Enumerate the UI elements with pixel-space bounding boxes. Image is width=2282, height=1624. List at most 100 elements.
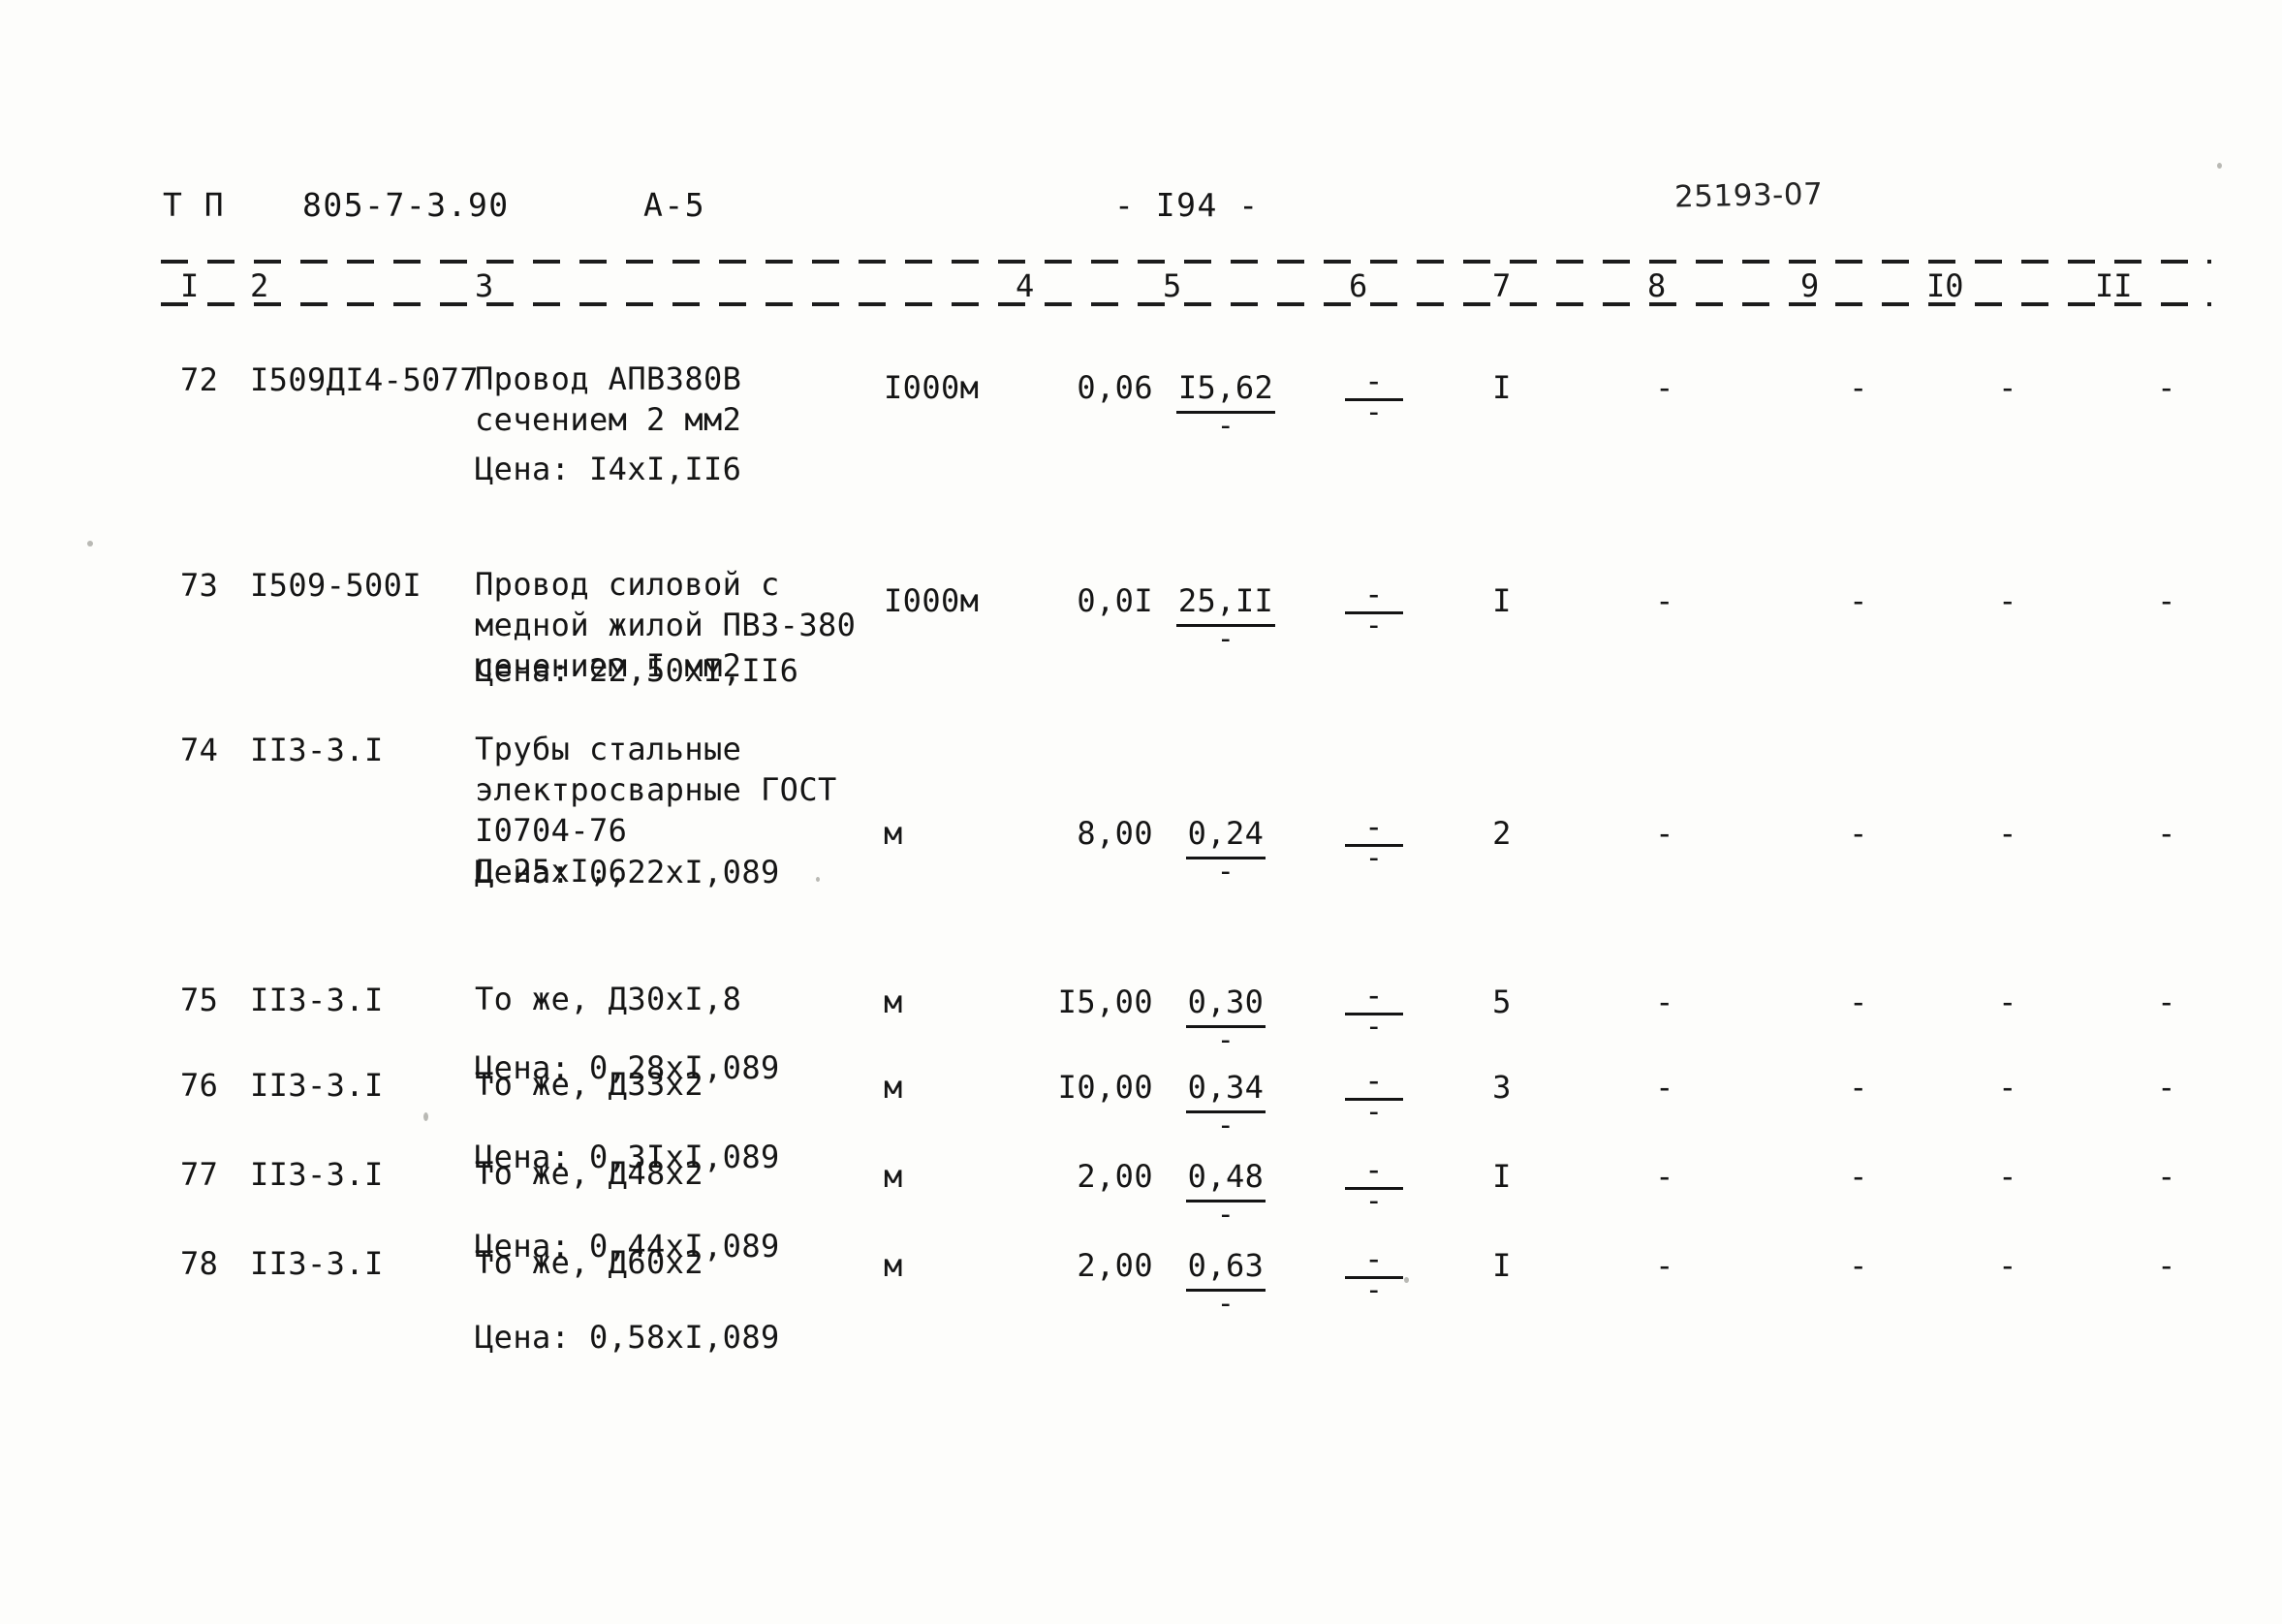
col6-dash-bottom: - xyxy=(1364,395,1384,429)
row-col8: - xyxy=(1655,1247,1674,1284)
row-description: То же, Д30xI,8 xyxy=(475,979,741,1019)
row-unit: I000м xyxy=(884,582,980,619)
col6-dash-bottom: - xyxy=(1364,841,1384,875)
price-value: 0,24 xyxy=(1185,812,1266,859)
row-position-number: 75 xyxy=(180,982,219,1018)
row-description: То же, Д33x2 xyxy=(475,1064,703,1105)
row-col8: - xyxy=(1655,984,1674,1020)
price-value: 0,34 xyxy=(1185,1066,1266,1113)
row-description: Провод АПВЗ80В сечением 2 мм2 xyxy=(475,359,741,440)
row-catalogue-code: II3-3.I xyxy=(250,729,384,771)
row-price: 0,30- xyxy=(1153,981,1298,1060)
row-price: 0,34- xyxy=(1153,1066,1298,1145)
col6-dash-pair: -- xyxy=(1345,811,1403,875)
row-col9: - xyxy=(1849,1069,1868,1106)
row-position-number: 77 xyxy=(180,1156,219,1193)
row-quantity: I5,00 xyxy=(1057,984,1153,1020)
document-header: Т П 805-7-3.90 А-5 - I94 - 25193-07 xyxy=(0,177,2282,231)
series-label: Т П xyxy=(163,186,226,224)
row-col6: -- xyxy=(1335,578,1413,645)
description-line: Провод силовой с xyxy=(475,566,780,603)
column-number-10: I0 xyxy=(1926,267,1964,304)
row-col10: - xyxy=(1998,815,2017,852)
scanned-page: Т П 805-7-3.90 А-5 - I94 - 25193-07 I 2 … xyxy=(0,0,2282,1624)
description-line: электросварные ГОСТ xyxy=(475,771,837,808)
scan-speck xyxy=(2217,163,2222,169)
row-catalogue-code: II3-3.I xyxy=(250,1242,384,1285)
row-col11: - xyxy=(2157,369,2176,406)
price-denominator: - xyxy=(1216,1198,1235,1232)
price-fraction: 0,63- xyxy=(1185,1244,1266,1321)
row-col6: -- xyxy=(1335,1243,1413,1310)
column-number-5: 5 xyxy=(1163,267,1182,304)
row-col10: - xyxy=(1998,369,2017,406)
row-col6: -- xyxy=(1335,365,1413,432)
price-value: 0,48 xyxy=(1185,1155,1266,1202)
description-line: I0704-76 xyxy=(475,812,628,849)
row-col9: - xyxy=(1849,984,1868,1020)
description-line: Провод АПВЗ80В xyxy=(475,360,742,397)
catalogue-code-line: I509ДI4 xyxy=(250,361,384,398)
row-description: То же, Д48x2 xyxy=(475,1153,703,1194)
col6-dash-bottom: - xyxy=(1364,609,1384,642)
price-denominator: - xyxy=(1216,855,1235,889)
row-col11: - xyxy=(2157,1247,2176,1284)
row-quantity: I0,00 xyxy=(1057,1069,1153,1106)
price-fraction: 0,30- xyxy=(1185,981,1266,1057)
row-catalogue-code: II3-3.I xyxy=(250,979,384,1021)
row-col6: -- xyxy=(1335,1065,1413,1132)
row-price: 25,II - xyxy=(1153,579,1298,659)
table-top-rule xyxy=(161,260,2211,264)
col6-dash-pair: -- xyxy=(1345,1065,1403,1127)
price-value: I5,62 xyxy=(1175,366,1276,414)
row-col7: I xyxy=(1492,582,1512,619)
page-number: - I94 - xyxy=(1114,186,1260,224)
row-col7: I xyxy=(1492,369,1512,406)
row-col8: - xyxy=(1655,369,1674,406)
column-number-8: 8 xyxy=(1647,267,1667,304)
catalogue-code-line: I509-500I xyxy=(250,567,422,604)
row-position-number: 74 xyxy=(180,732,219,768)
row-col9: - xyxy=(1849,1158,1868,1195)
album-label: А-5 xyxy=(643,186,706,224)
price-value: 0,63 xyxy=(1185,1244,1266,1292)
row-quantity: 2,00 xyxy=(1077,1158,1153,1195)
row-price-note: Цена: 0,58xI,089 xyxy=(475,1319,780,1356)
price-value: 25,II xyxy=(1175,579,1276,627)
price-denominator: - xyxy=(1216,622,1235,656)
row-col6: -- xyxy=(1335,811,1413,878)
row-price: I5,62- xyxy=(1153,366,1298,446)
price-denominator: - xyxy=(1216,1287,1235,1321)
row-col11: - xyxy=(2157,1158,2176,1195)
col6-dash-pair: -- xyxy=(1345,365,1403,429)
row-col8: - xyxy=(1655,815,1674,852)
col6-dash-pair: -- xyxy=(1345,1243,1403,1305)
row-col9: - xyxy=(1849,582,1868,619)
row-col6: -- xyxy=(1335,1154,1413,1221)
row-col10: - xyxy=(1998,984,2017,1020)
scan-speck xyxy=(87,541,93,547)
column-number-6: 6 xyxy=(1349,267,1368,304)
row-col8: - xyxy=(1655,1069,1674,1106)
column-number-7: 7 xyxy=(1492,267,1512,304)
column-number-1: I xyxy=(180,267,200,304)
row-col11: - xyxy=(2157,1069,2176,1106)
column-number-4: 4 xyxy=(1016,267,1035,304)
column-number-11: II xyxy=(2095,267,2133,304)
catalogue-code-line: II3-3.I xyxy=(250,1156,384,1193)
catalogue-code-line: -5077 xyxy=(383,361,479,398)
price-fraction: 0,34- xyxy=(1185,1066,1266,1142)
price-denominator: - xyxy=(1216,409,1235,443)
col6-dash-pair: -- xyxy=(1345,1154,1403,1216)
description-line: То же, Д30xI,8 xyxy=(475,981,742,1017)
catalogue-code-line: II3-3.I xyxy=(250,732,384,768)
row-catalogue-code: II3-3.I xyxy=(250,1153,384,1196)
scan-speck xyxy=(423,1112,428,1121)
row-price: 0,63- xyxy=(1153,1244,1298,1324)
row-unit: м xyxy=(884,1069,903,1106)
row-col7: 2 xyxy=(1492,815,1512,852)
row-col10: - xyxy=(1998,1158,2017,1195)
price-fraction: 25,II - xyxy=(1175,579,1276,656)
price-denominator: - xyxy=(1216,1023,1235,1057)
row-position-number: 72 xyxy=(180,361,219,398)
